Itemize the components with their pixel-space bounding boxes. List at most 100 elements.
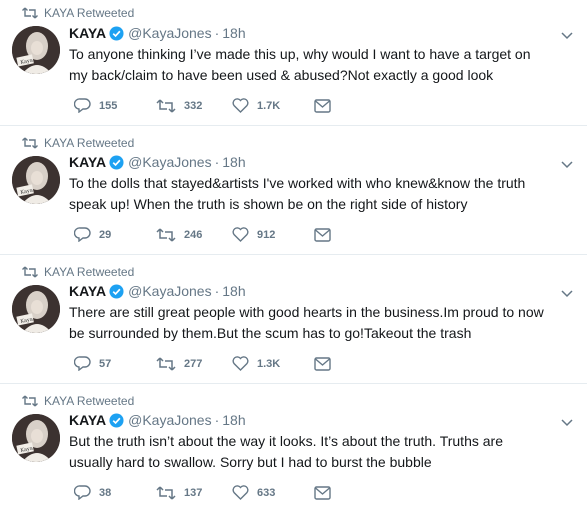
- retweet-context: KAYA Retweeted: [22, 6, 134, 20]
- reply-count: 29: [99, 228, 112, 241]
- verified-badge-icon: [109, 25, 124, 41]
- tweet-text: To the dolls that stayed&artists I've wo…: [69, 173, 574, 215]
- tweet-text-line: To anyone thinking I’ve made this up, wh…: [69, 46, 531, 62]
- timestamp[interactable]: 18h: [222, 283, 245, 299]
- handle[interactable]: @KayaJones: [128, 412, 211, 428]
- retweet-icon: [156, 485, 176, 500]
- timestamp[interactable]: 18h: [222, 154, 245, 170]
- timestamp[interactable]: 18h: [222, 25, 245, 41]
- reply-count: 155: [99, 99, 118, 112]
- retweet-icon: [22, 266, 38, 278]
- direct-message-button[interactable]: [314, 98, 331, 113]
- direct-message-button[interactable]: [314, 356, 331, 371]
- retweeted-by-label: KAYA Retweeted: [44, 394, 135, 408]
- retweeted-by-label: KAYA Retweeted: [44, 6, 135, 20]
- reply-icon: [74, 485, 91, 500]
- verified-badge-icon: [109, 154, 124, 170]
- tweet-text-line: But the truth isn’t about the way it loo…: [69, 433, 503, 449]
- reply-button[interactable]: 155: [74, 98, 156, 113]
- direct-message-icon: [314, 356, 331, 371]
- avatar[interactable]: Kaya: [12, 414, 60, 462]
- separator-dot: ·: [214, 25, 220, 41]
- retweet-button[interactable]: 277: [156, 356, 232, 371]
- reply-button[interactable]: 38: [74, 485, 156, 500]
- retweet-context: KAYA Retweeted: [22, 136, 134, 150]
- retweet-icon: [22, 395, 38, 407]
- like-icon: [232, 98, 249, 113]
- retweet-count: 277: [184, 357, 203, 370]
- retweeted-by-label: KAYA Retweeted: [44, 265, 135, 279]
- reply-icon: [74, 98, 91, 113]
- direct-message-button[interactable]: [314, 485, 331, 500]
- retweet-icon: [22, 137, 38, 149]
- like-count: 1.3K: [257, 357, 281, 370]
- like-button[interactable]: 1.7K: [232, 98, 314, 113]
- retweet-button[interactable]: 137: [156, 485, 232, 500]
- like-button[interactable]: 912: [232, 227, 314, 242]
- retweet-icon: [156, 98, 176, 113]
- reply-button[interactable]: 57: [74, 356, 156, 371]
- reply-icon: [74, 356, 91, 371]
- chevron-down-icon[interactable]: [561, 161, 573, 169]
- direct-message-icon: [314, 98, 331, 113]
- chevron-down-icon[interactable]: [561, 419, 573, 427]
- handle[interactable]: @KayaJones: [128, 283, 211, 299]
- retweet-button[interactable]: 332: [156, 98, 232, 113]
- direct-message-button[interactable]: [314, 227, 331, 242]
- display-name[interactable]: KAYA: [69, 25, 106, 41]
- tweet-text-line: To the dolls that stayed&artists I've wo…: [69, 175, 526, 191]
- display-name[interactable]: KAYA: [69, 154, 106, 170]
- tweet-text: To anyone thinking I’ve made this up, wh…: [69, 44, 574, 86]
- verified-badge-icon: [109, 412, 124, 428]
- avatar-image: Kaya: [12, 414, 60, 462]
- retweet-button[interactable]: 246: [156, 227, 232, 242]
- like-icon: [232, 227, 249, 242]
- retweet-icon: [156, 227, 176, 242]
- separator-dot: ·: [214, 154, 220, 170]
- like-count: 912: [257, 228, 276, 241]
- handle[interactable]: @KayaJones: [128, 25, 211, 41]
- avatar[interactable]: Kaya: [12, 285, 60, 333]
- like-button[interactable]: 633: [232, 485, 314, 500]
- like-icon: [232, 356, 249, 371]
- tweet-text: There are still great people with good h…: [69, 302, 574, 344]
- like-icon: [232, 485, 249, 500]
- retweet-context: KAYA Retweeted: [22, 265, 134, 279]
- retweet-context: KAYA Retweeted: [22, 394, 134, 408]
- tweet-text-line: be surrounded by them.But the scum has t…: [69, 325, 472, 341]
- avatar-image: Kaya: [12, 156, 60, 204]
- handle[interactable]: @KayaJones: [128, 154, 211, 170]
- tweet[interactable]: KAYA Retweeted Kaya KAYA @KayaJones · 18…: [0, 384, 587, 505]
- tweet[interactable]: KAYA Retweeted Kaya KAYA @KayaJones · 18…: [0, 126, 587, 255]
- retweeted-by-label: KAYA Retweeted: [44, 136, 135, 150]
- like-count: 1.7K: [257, 99, 281, 112]
- tweet[interactable]: KAYA Retweeted Kaya KAYA @KayaJones · 18…: [0, 0, 587, 126]
- reply-count: 38: [99, 486, 112, 499]
- avatar[interactable]: Kaya: [12, 156, 60, 204]
- retweet-count: 332: [184, 99, 203, 112]
- tweet-text: But the truth isn’t about the way it loo…: [69, 431, 574, 473]
- tweet[interactable]: KAYA Retweeted Kaya KAYA @KayaJones · 18…: [0, 255, 587, 384]
- timestamp[interactable]: 18h: [222, 412, 245, 428]
- tweet-text-line: speak up! When the truth is shown be on …: [69, 196, 468, 212]
- display-name[interactable]: KAYA: [69, 283, 106, 299]
- avatar[interactable]: Kaya: [12, 26, 60, 74]
- tweet-text-line: There are still great people with good h…: [69, 304, 544, 320]
- tweet-text-line: usually hard to swallow. Sorry but I had…: [69, 454, 432, 470]
- like-count: 633: [257, 486, 276, 499]
- separator-dot: ·: [214, 412, 220, 428]
- retweet-icon: [156, 356, 176, 371]
- direct-message-icon: [314, 485, 331, 500]
- retweet-count: 246: [184, 228, 203, 241]
- reply-button[interactable]: 29: [74, 227, 156, 242]
- chevron-down-icon[interactable]: [561, 32, 573, 40]
- avatar-image: Kaya: [12, 26, 60, 74]
- avatar-image: Kaya: [12, 285, 60, 333]
- reply-count: 57: [99, 357, 112, 370]
- direct-message-icon: [314, 227, 331, 242]
- like-button[interactable]: 1.3K: [232, 356, 314, 371]
- tweet-text-line: my back/claim to have been used & abused…: [69, 67, 494, 83]
- chevron-down-icon[interactable]: [561, 290, 573, 298]
- display-name[interactable]: KAYA: [69, 412, 106, 428]
- separator-dot: ·: [214, 283, 220, 299]
